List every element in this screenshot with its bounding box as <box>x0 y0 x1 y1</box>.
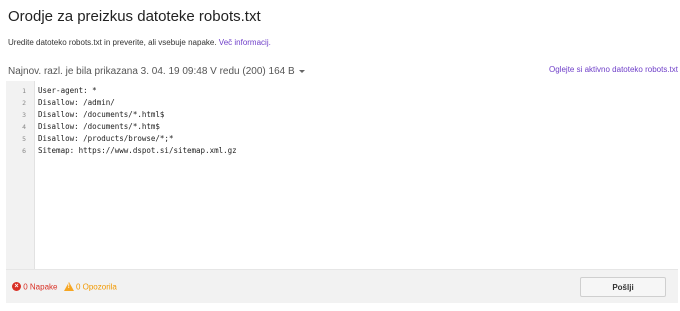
code-line[interactable]: Disallow: /documents/*.htm$ <box>38 121 237 133</box>
line-number-gutter: 1 2 3 4 5 6 <box>6 81 35 269</box>
code-line[interactable]: User-agent: * <box>38 85 237 97</box>
code-area[interactable]: User-agent: * Disallow: /admin/ Disallow… <box>38 85 237 157</box>
validation-status: × 0 Napake ! 0 Opozorila <box>12 282 117 292</box>
page-description: Uredite datoteko robots.txt in preverite… <box>8 38 271 47</box>
line-number: 3 <box>22 111 26 119</box>
warning-triangle-icon: ! <box>63 282 74 292</box>
version-bar: Najnov. razl. je bila prikazana 3. 04. 1… <box>8 63 678 79</box>
version-dropdown[interactable]: Najnov. razl. je bila prikazana 3. 04. 1… <box>8 66 305 77</box>
more-info-link[interactable]: Več informacij. <box>219 38 271 47</box>
submit-button[interactable]: Pošlji <box>580 277 666 297</box>
editor-panel: 1 2 3 4 5 6 User-agent: * Disallow: /adm… <box>6 81 678 303</box>
code-line[interactable]: Disallow: /documents/*.html$ <box>38 109 237 121</box>
warning-count: 0 Opozorila <box>75 282 117 292</box>
line-number: 6 <box>22 147 26 155</box>
line-number: 1 <box>22 87 26 95</box>
line-number: 4 <box>22 123 26 131</box>
code-line[interactable]: Disallow: /admin/ <box>38 97 237 109</box>
code-line[interactable]: Disallow: /products/browse/*;* <box>38 133 237 145</box>
version-text: Najnov. razl. je bila prikazana 3. 04. 1… <box>8 66 295 77</box>
line-number: 5 <box>22 135 26 143</box>
description-text: Uredite datoteko robots.txt in preverite… <box>8 38 217 47</box>
error-circle-icon: × <box>12 282 21 292</box>
line-number: 2 <box>22 99 26 107</box>
robots-editor[interactable]: 1 2 3 4 5 6 User-agent: * Disallow: /adm… <box>6 81 678 270</box>
view-live-robots-link[interactable]: Oglejte si aktivno datoteko robots.txt <box>549 65 678 74</box>
page-title: Orodje za preizkus datoteke robots.txt <box>8 8 261 25</box>
error-count: 0 Napake <box>23 282 58 292</box>
chevron-down-icon <box>298 69 305 73</box>
code-line[interactable]: Sitemap: https://www.dspot.si/sitemap.xm… <box>38 145 237 157</box>
